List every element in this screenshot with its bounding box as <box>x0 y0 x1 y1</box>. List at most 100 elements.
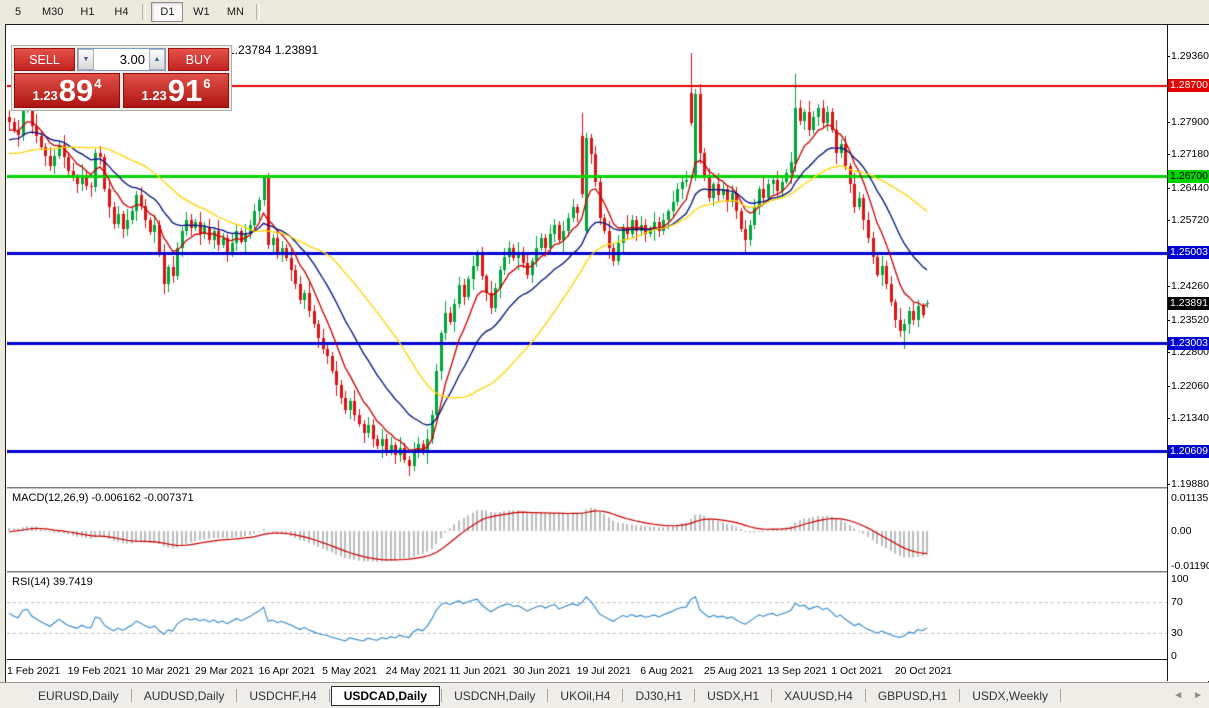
tab-ukoil[interactable]: UKOil,H4 <box>549 686 621 706</box>
tab-divider <box>131 689 132 702</box>
tab-divider <box>236 689 237 702</box>
macd-axis-tick: -0.01190 <box>1171 560 1209 573</box>
timeframe-button-h1[interactable]: H1 <box>71 2 103 22</box>
buy-button[interactable]: BUY <box>168 48 229 71</box>
macd-axis-tick: 0.01135 <box>1171 492 1208 505</box>
rsi-pane-canvas[interactable] <box>7 573 1167 659</box>
timeframe-button-w1[interactable]: W1 <box>185 2 217 22</box>
tab-audusd[interactable]: AUDUSD,Daily <box>133 686 236 706</box>
price-level-tag: 1.26700 <box>1168 170 1209 183</box>
price-axis-tick: 1.25720 <box>1171 214 1209 227</box>
tab-usdcnh[interactable]: USDCNH,Daily <box>443 686 546 706</box>
price-level-tag: 1.20609 <box>1168 445 1209 458</box>
toolbar-separator <box>256 4 260 20</box>
tab-divider <box>865 689 866 702</box>
sell-price-prefix: 1.23 <box>32 88 57 103</box>
sell-price-pip: 4 <box>94 76 101 91</box>
axis-tick-mark <box>1167 386 1170 387</box>
rsi-axis-tick: 0 <box>1171 650 1177 663</box>
macd-axis-tick: 0.00 <box>1171 525 1191 538</box>
price-axis-tick: 1.26440 <box>1171 182 1209 195</box>
price-axis: 1.29360 1.27900 1.27180 1.26440 1.25720 1.242… <box>1167 25 1209 681</box>
date-axis-label: 1 Oct 2021 <box>831 665 882 677</box>
timeframe-button-d1[interactable]: D1 <box>151 2 183 22</box>
date-axis-label: 19 Feb 2021 <box>68 665 127 677</box>
rsi-indicator-label: RSI(14) 39.7419 <box>12 576 93 588</box>
axis-tick-mark <box>1167 286 1170 287</box>
rsi-axis-tick: 100 <box>1171 573 1189 586</box>
price-axis-tick: 1.27180 <box>1171 148 1209 161</box>
symbol-tab-bar: EURUSD,DailyAUDUSD,DailyUSDCHF,H4USDCAD,… <box>0 682 1209 708</box>
price-axis-tick: 1.29360 <box>1171 50 1209 63</box>
tab-eurusd[interactable]: EURUSD,Daily <box>27 686 130 706</box>
axis-tick-mark <box>1167 56 1170 57</box>
timeframe-button-m30[interactable]: M30 <box>36 2 69 22</box>
axis-tick-mark <box>1167 122 1170 123</box>
toolbar-separator <box>142 4 146 20</box>
price-axis-tick: 1.19880 <box>1171 478 1209 491</box>
date-axis-label: 1 Feb 2021 <box>7 665 60 677</box>
buy-price-big: 91 <box>168 76 202 106</box>
volume-input[interactable] <box>94 49 149 70</box>
axis-tick-mark <box>1167 220 1170 221</box>
date-axis-label: 20 Oct 2021 <box>895 665 952 677</box>
timeframe-button-mn[interactable]: MN <box>219 2 251 22</box>
tab-usdx[interactable]: USDX,H1 <box>696 686 770 706</box>
tab-usdx[interactable]: USDX,Weekly <box>961 686 1059 706</box>
volume-decrease-icon[interactable]: ▼ <box>78 49 94 70</box>
date-axis-label: 13 Sep 2021 <box>768 665 828 677</box>
tab-usdcad[interactable]: USDCAD,Daily <box>331 686 440 706</box>
date-axis-label: 11 Jun 2021 <box>449 665 506 677</box>
price-axis-tick: 1.24260 <box>1171 280 1209 293</box>
macd-indicator-label: MACD(12,26,9) -0.006162 -0.007371 <box>12 492 194 504</box>
tab-xauusd[interactable]: XAUUSD,H4 <box>773 686 864 706</box>
date-axis-label: 10 Mar 2021 <box>131 665 190 677</box>
date-axis-label: 6 Aug 2021 <box>640 665 693 677</box>
timeframe-button-5[interactable]: 5 <box>2 2 34 22</box>
price-level-tag: 1.23891 <box>1168 297 1209 310</box>
volume-stepper: ▼ ▲ <box>77 48 166 71</box>
tab-scroll-left-icon[interactable]: ◄ <box>1173 690 1183 701</box>
chart-window: ▲USDCAD,Daily1.23863 1.23952 1.23784 1.2… <box>5 24 1209 683</box>
tab-usdchf[interactable]: USDCHF,H4 <box>238 686 327 706</box>
sell-button[interactable]: SELL <box>14 48 75 71</box>
volume-increase-icon[interactable]: ▲ <box>149 49 165 70</box>
sell-price-big: 89 <box>59 76 93 106</box>
date-axis-label: 19 Jul 2021 <box>577 665 631 677</box>
tab-gbpusd[interactable]: GBPUSD,H1 <box>867 686 958 706</box>
price-level-tag: 1.28700 <box>1168 79 1209 92</box>
trading-platform: 5M30H1H4 D1W1MN ▲USDCAD,Daily1.23863 1.23… <box>0 0 1209 708</box>
tab-divider <box>959 689 960 702</box>
axis-tick-mark <box>1167 352 1170 353</box>
axis-tick-mark <box>1167 484 1170 485</box>
tab-divider <box>1060 689 1061 702</box>
tab-divider <box>622 689 623 702</box>
price-axis-tick: 1.27900 <box>1171 116 1209 129</box>
tab-dj30[interactable]: DJ30,H1 <box>624 686 693 706</box>
price-axis-tick: 1.22060 <box>1171 380 1209 393</box>
sell-price-box[interactable]: 1.23894 <box>14 73 120 108</box>
date-axis-label: 24 May 2021 <box>386 665 447 677</box>
date-axis: 1 Feb 2021 19 Feb 2021 10 Mar 2021 29 Mar 2… <box>7 659 1167 682</box>
rsi-axis-tick: 70 <box>1171 596 1183 609</box>
price-level-tag: 1.23003 <box>1168 337 1209 350</box>
tab-divider <box>547 689 548 702</box>
rsi-axis-tick: 30 <box>1171 627 1183 640</box>
buy-price-pip: 6 <box>203 76 210 91</box>
axis-tick-mark <box>1167 418 1170 419</box>
tab-scroll-right-icon[interactable]: ► <box>1193 690 1203 701</box>
tab-scroll-arrows: ◄► <box>1173 690 1203 701</box>
tab-divider <box>329 689 330 702</box>
tab-divider <box>441 689 442 702</box>
date-axis-label: 29 Mar 2021 <box>195 665 254 677</box>
one-click-trade-panel: SELL ▼ ▲ BUY 1.23894 1.23916 <box>11 45 232 111</box>
tab-divider <box>694 689 695 702</box>
date-axis-label: 16 Apr 2021 <box>259 665 316 677</box>
price-axis-tick: 1.21340 <box>1171 412 1209 425</box>
axis-tick-mark <box>1167 320 1170 321</box>
buy-price-box[interactable]: 1.23916 <box>123 73 229 108</box>
timeframe-button-h4[interactable]: H4 <box>105 2 137 22</box>
timeframe-toolbar: 5M30H1H4 D1W1MN <box>0 0 1209 23</box>
date-axis-label: 5 May 2021 <box>322 665 377 677</box>
tab-divider <box>771 689 772 702</box>
